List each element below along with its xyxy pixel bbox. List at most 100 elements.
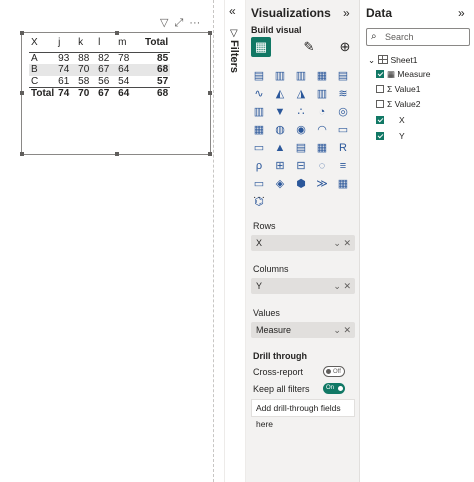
cell: 74 <box>56 64 77 76</box>
matrix-visual[interactable]: X j k l m Total A 93 88 82 78 85 B 74 70… <box>20 31 212 156</box>
gauge-icon[interactable]: ◠ <box>314 122 330 138</box>
calculator-icon: ▦ <box>387 69 398 79</box>
column-header[interactable]: X <box>29 37 57 53</box>
visual-types-gallery: ▤ ▥ ▥ ▦ ▤ ∿ ◭ ◮ ▥ ≋ ▥ ▼ ∴ ◔ ◎ ▦ ◍ ◉ ◠ ▭ ▭ ▲ ▤ ▦ Rρ ⊞ ⊟ ◌ ≡ ▭ ◈ ⬢ ≫ ▦ ⌬ <box>251 68 353 212</box>
map-icon[interactable]: ◍ <box>272 122 288 138</box>
pie-icon[interactable]: ◔ <box>314 104 330 120</box>
resize-handle[interactable] <box>208 31 212 35</box>
r-visual-icon[interactable]: ρ <box>251 158 267 174</box>
kpi-icon[interactable]: ▲ <box>272 140 288 156</box>
remove-field-icon[interactable]: ⌄ ✕ <box>333 278 351 294</box>
cell: 67 <box>96 86 117 99</box>
ribbon-icon[interactable]: ≋ <box>335 86 351 102</box>
resize-handle[interactable] <box>20 152 24 156</box>
filter-icon[interactable]: ▽ <box>160 17 168 29</box>
field-checkbox[interactable] <box>376 85 384 93</box>
waterfall-icon[interactable]: ▥ <box>251 104 267 120</box>
stacked-bar-icon[interactable]: ▤ <box>251 68 267 84</box>
decomposition-tree-icon[interactable]: ◌ <box>314 158 330 174</box>
more-visuals-icon[interactable]: ··· <box>253 192 266 203</box>
filled-map-icon[interactable]: ◉ <box>293 122 309 138</box>
remove-field-icon[interactable]: ⌄ ✕ <box>333 322 351 338</box>
rows-well[interactable]: X ⌄ ✕ <box>251 235 355 251</box>
funnel-icon[interactable]: ▼ <box>272 104 288 120</box>
field-checkbox[interactable] <box>376 116 384 124</box>
line-column-icon[interactable]: ▥ <box>314 86 330 102</box>
search-input[interactable]: ⌕ Search <box>366 28 470 46</box>
remove-field-icon[interactable]: ⌄ ✕ <box>333 235 351 251</box>
table-row[interactable]: A 93 88 82 78 85 <box>29 53 170 65</box>
cross-report-toggle[interactable]: Off <box>323 366 345 377</box>
multi-card-icon[interactable]: ▭ <box>251 140 267 156</box>
field-item[interactable]: Σ Value2 <box>376 98 420 110</box>
column-header[interactable]: l <box>96 37 117 53</box>
treemap-icon[interactable]: ▦ <box>251 122 267 138</box>
card-icon[interactable]: ▭ <box>335 122 351 138</box>
field-item[interactable]: X <box>376 114 405 126</box>
more-options-icon[interactable]: ··· <box>189 17 200 29</box>
resize-handle[interactable] <box>208 91 212 95</box>
field-item[interactable]: Σ Value1 <box>376 83 420 95</box>
keep-filters-label: Keep all filters <box>253 384 310 394</box>
keep-filters-toggle[interactable]: On <box>323 383 345 394</box>
arcgis-icon[interactable]: ⬢ <box>293 176 309 192</box>
table-row[interactable]: B 74 70 67 64 68 <box>29 64 171 76</box>
clustered-bar-icon[interactable]: ▥ <box>272 68 288 84</box>
field-checkbox[interactable] <box>376 132 384 140</box>
resize-handle[interactable] <box>20 91 24 95</box>
row-header[interactable]: C <box>29 76 56 88</box>
collapse-icon[interactable]: » <box>458 6 465 20</box>
field-checkbox[interactable] <box>376 100 384 108</box>
analytics-icon[interactable]: ⊕ <box>335 37 355 57</box>
stacked-area-icon[interactable]: ◮ <box>293 86 309 102</box>
collapse-icon[interactable]: » <box>343 6 350 20</box>
drill-through-well[interactable]: Add drill-through fields here <box>251 399 355 429</box>
column-header[interactable]: k <box>76 37 97 53</box>
narrative-icon[interactable]: ▭ <box>251 176 267 192</box>
table-icon[interactable]: ▦ <box>314 140 330 156</box>
column-header[interactable]: Total <box>136 37 171 53</box>
field-item[interactable]: ▦ Measure <box>376 68 430 80</box>
resize-handle[interactable] <box>208 152 212 156</box>
donut-icon[interactable]: ◎ <box>335 104 351 120</box>
area-icon[interactable]: ◭ <box>272 86 288 102</box>
slicer-icon[interactable]: ▤ <box>293 140 309 156</box>
columns-well[interactable]: Y ⌄ ✕ <box>251 278 355 294</box>
column-header[interactable]: m <box>116 37 137 53</box>
resize-handle[interactable] <box>115 152 119 156</box>
table-row[interactable]: C 61 58 56 54 57 <box>29 76 170 88</box>
build-visual-icon[interactable]: ▦ <box>251 37 271 57</box>
paginated-icon[interactable]: ◈ <box>272 176 288 192</box>
cell: 78 <box>118 53 130 64</box>
resize-handle[interactable] <box>20 31 24 35</box>
100-bar-icon[interactable]: ▤ <box>335 68 351 84</box>
row-header[interactable]: B <box>29 64 57 76</box>
format-visual-icon[interactable]: ✎ <box>299 37 319 57</box>
pane-title: Visualizations <box>251 6 331 20</box>
clustered-column-icon[interactable]: ▦ <box>314 68 330 84</box>
filters-label[interactable]: Filters <box>228 40 240 73</box>
power-automate-icon[interactable]: ▦ <box>335 176 351 192</box>
field-name: Y <box>399 131 405 141</box>
stacked-column-icon[interactable]: ▥ <box>293 68 309 84</box>
field-checkbox[interactable] <box>376 70 384 78</box>
qa-icon[interactable]: ≡ <box>335 158 351 174</box>
filters-pane-collapsed[interactable]: « ▽ Filters <box>224 0 246 482</box>
focus-mode-icon[interactable]: ⤢ <box>174 17 183 29</box>
matrix-icon[interactable]: R <box>335 140 351 156</box>
power-apps-icon[interactable]: ≫ <box>314 176 330 192</box>
report-canvas[interactable]: ▽ ⤢ ··· X j k l m Total A 93 88 82 78 85… <box>0 0 214 482</box>
resize-handle[interactable] <box>115 31 119 35</box>
table-node[interactable]: ⌄ Sheet1 <box>368 54 417 66</box>
scatter-icon[interactable]: ∴ <box>293 104 309 120</box>
field-item[interactable]: Y <box>376 130 405 142</box>
expand-icon[interactable]: « <box>229 4 236 18</box>
column-header[interactable]: j <box>56 37 77 53</box>
values-well[interactable]: Measure ⌄ ✕ <box>251 322 355 338</box>
python-visual-icon[interactable]: ⊞ <box>272 158 288 174</box>
columns-field: Y <box>256 281 263 291</box>
key-influencers-icon[interactable]: ⊟ <box>293 158 309 174</box>
line-icon[interactable]: ∿ <box>251 86 267 102</box>
chevron-down-icon[interactable]: ⌄ <box>368 55 375 65</box>
row-header[interactable]: A <box>29 53 56 65</box>
